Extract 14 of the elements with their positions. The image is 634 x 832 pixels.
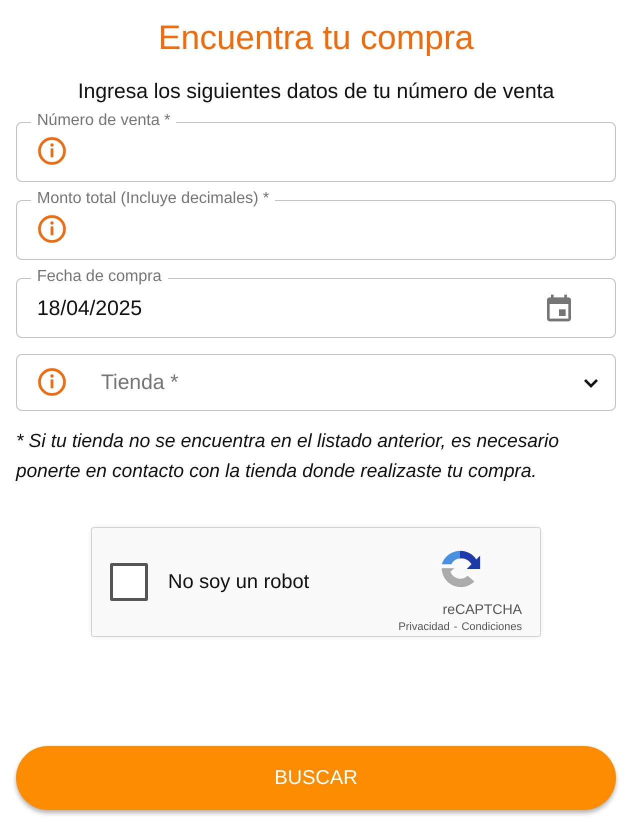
separator: - bbox=[454, 621, 458, 633]
checkbox[interactable] bbox=[110, 563, 148, 601]
page-title: Encuentra tu compra bbox=[158, 18, 474, 59]
terms-link[interactable]: Condiciones bbox=[461, 621, 522, 633]
field-label: Monto total (Incluye decimales) * bbox=[31, 189, 276, 209]
captcha-brand: reCAPTCHA bbox=[442, 601, 522, 617]
privacy-link[interactable]: Privacidad bbox=[398, 621, 450, 633]
subtitle: Ingresa los siguientes datos de tu número de venta bbox=[78, 79, 554, 105]
field-label: Fecha de compra bbox=[31, 267, 168, 287]
select-field[interactable]: Tienda * bbox=[16, 354, 616, 411]
checkbox-label: No soy un robot bbox=[168, 570, 310, 594]
select-placeholder: Tienda * bbox=[101, 370, 178, 394]
field-value: 18/04/2025 bbox=[37, 297, 142, 321]
note-text: * Si tu tienda no se encuentra en el listado anterior, es necesario ponerte en contacto con la tienda donde realizaste tu compra. bbox=[16, 430, 560, 484]
